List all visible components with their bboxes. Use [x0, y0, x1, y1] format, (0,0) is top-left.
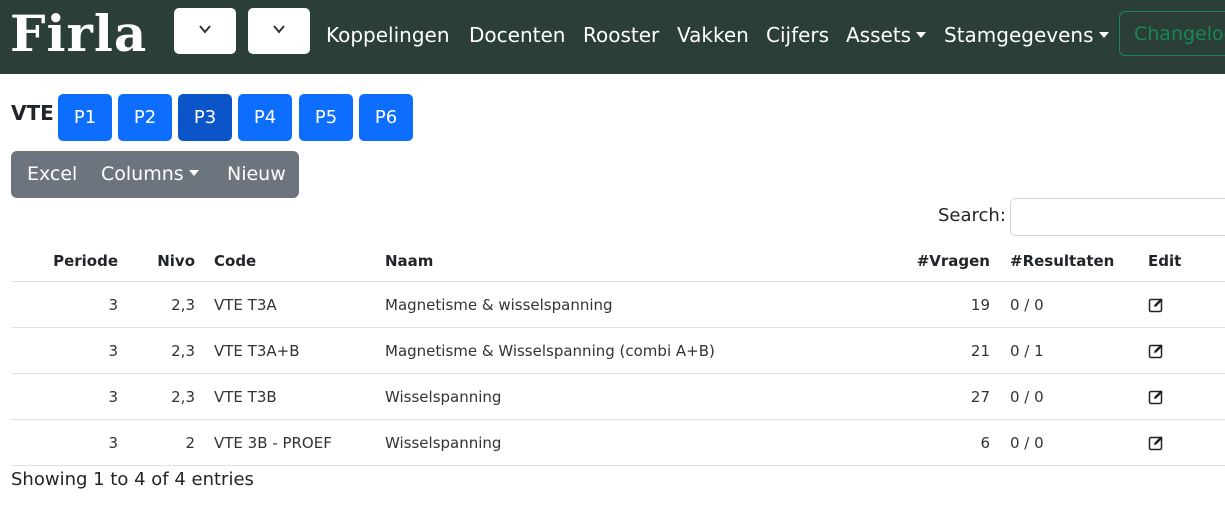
- cell-resultaten: 0 / 1: [990, 327, 1148, 374]
- table-row: 3 2,3 VTE T3A+B Magnetisme & Wisselspanning…: [11, 327, 1225, 374]
- edit-icon[interactable]: [1148, 389, 1164, 405]
- subject-label: VTE: [11, 101, 54, 125]
- period-button-p6[interactable]: P6: [359, 94, 413, 141]
- cell-periode: 3: [11, 281, 118, 328]
- cell-nivo: 2,3: [118, 373, 195, 420]
- edit-icon[interactable]: [1148, 343, 1164, 359]
- cell-resultaten: 0 / 0: [990, 373, 1148, 420]
- nav-rooster[interactable]: Rooster: [583, 20, 659, 50]
- cell-nivo: 2,3: [118, 327, 195, 374]
- cell-naam: Wisselspanning: [385, 373, 885, 420]
- select-dropdown-2[interactable]: [248, 8, 310, 54]
- cell-resultaten: 0 / 0: [990, 419, 1148, 466]
- period-button-p5[interactable]: P5: [299, 94, 353, 141]
- header-periode[interactable]: Periode: [11, 240, 118, 282]
- header-vragen[interactable]: #Vragen: [885, 240, 990, 282]
- header-code[interactable]: Code: [195, 240, 385, 282]
- nav-cijfers[interactable]: Cijfers: [766, 20, 829, 50]
- cell-code: VTE 3B - PROEF: [195, 419, 385, 466]
- search-label: Search:: [938, 205, 1006, 226]
- cell-naam: Wisselspanning: [385, 419, 885, 466]
- cell-vragen: 21: [885, 327, 990, 374]
- period-button-p2[interactable]: P2: [118, 94, 172, 141]
- cell-vragen: 19: [885, 281, 990, 328]
- header-naam[interactable]: Naam: [385, 240, 885, 282]
- nav-stamgegevens-dropdown[interactable]: Stamgegevens: [944, 20, 1109, 50]
- cell-code: VTE T3A+B: [195, 327, 385, 374]
- select-dropdown-1[interactable]: [174, 8, 236, 54]
- table-row: 3 2 VTE 3B - PROEF Wisselspanning 6 0 / 0: [11, 419, 1225, 466]
- cell-code: VTE T3B: [195, 373, 385, 420]
- cell-code: VTE T3A: [195, 281, 385, 328]
- changelog-button[interactable]: Changelog: [1119, 11, 1225, 56]
- edit-icon[interactable]: [1148, 297, 1164, 313]
- nav-koppelingen[interactable]: Koppelingen: [326, 20, 450, 50]
- caret-down-icon: [188, 169, 199, 176]
- cell-naam: Magnetisme & Wisselspanning (combi A+B): [385, 327, 885, 374]
- cell-naam: Magnetisme & wisselspanning: [385, 281, 885, 328]
- cell-edit: [1148, 419, 1225, 466]
- nav-assets-dropdown[interactable]: Assets: [846, 20, 927, 50]
- nav-vakken[interactable]: Vakken: [677, 20, 749, 50]
- caret-down-icon: [1098, 31, 1109, 38]
- table-info: Showing 1 to 4 of 4 entries: [11, 469, 254, 490]
- search-input[interactable]: [1010, 198, 1225, 236]
- cell-nivo: 2,3: [118, 281, 195, 328]
- toetsen-table: Periode Nivo Code Naam #Vragen #Resultat…: [11, 240, 1225, 466]
- chevron-down-icon: [273, 25, 285, 34]
- period-button-p1[interactable]: P1: [58, 94, 112, 141]
- header-resultaten[interactable]: #Resultaten: [990, 240, 1148, 282]
- table-row: 3 2,3 VTE T3A Magnetisme & wisselspanning 19…: [11, 281, 1225, 328]
- brand-logo[interactable]: Firla: [10, 2, 147, 66]
- cell-edit: [1148, 373, 1225, 420]
- excel-button[interactable]: Excel: [27, 151, 77, 198]
- nav-stamgegevens-label: Stamgegevens: [944, 23, 1094, 47]
- cell-nivo: 2: [118, 419, 195, 466]
- edit-icon[interactable]: [1148, 435, 1164, 451]
- period-button-p4[interactable]: P4: [238, 94, 292, 141]
- cell-vragen: 6: [885, 419, 990, 466]
- columns-label: Columns: [101, 163, 184, 185]
- cell-periode: 3: [11, 327, 118, 374]
- cell-vragen: 27: [885, 373, 990, 420]
- chevron-down-icon: [199, 25, 211, 34]
- header-nivo[interactable]: Nivo: [118, 240, 195, 282]
- nav-assets-label: Assets: [846, 23, 912, 47]
- table-row: 3 2,3 VTE T3B Wisselspanning 27 0 / 0: [11, 373, 1225, 420]
- cell-resultaten: 0 / 0: [990, 281, 1148, 328]
- nieuw-button[interactable]: Nieuw: [227, 151, 286, 198]
- caret-down-icon: [916, 31, 927, 38]
- header-edit: Edit: [1148, 240, 1225, 282]
- navbar: Firla Koppelingen Docenten Rooster Vakke…: [0, 0, 1225, 74]
- cell-edit: [1148, 281, 1225, 328]
- table-header-row: Periode Nivo Code Naam #Vragen #Resultat…: [11, 240, 1225, 282]
- cell-periode: 3: [11, 373, 118, 420]
- table-toolbar: Excel Columns Nieuw: [11, 151, 299, 198]
- columns-dropdown-button[interactable]: Columns: [101, 151, 199, 198]
- cell-edit: [1148, 327, 1225, 374]
- period-button-p3[interactable]: P3: [178, 94, 232, 141]
- nav-docenten[interactable]: Docenten: [469, 20, 565, 50]
- cell-periode: 3: [11, 419, 118, 466]
